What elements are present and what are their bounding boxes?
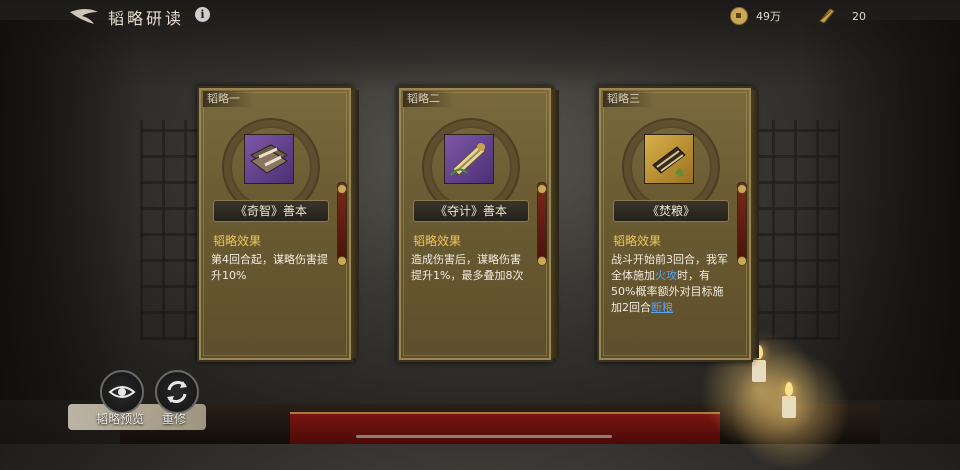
card-name: 《夺计》善本 [413,200,529,222]
coin-resource: 49万 [730,7,781,25]
candle-glow [730,350,850,470]
scroll-icon [818,7,836,25]
candle [752,360,766,382]
refresh-icon [167,381,187,403]
effect-description: 造成伤害后，谋略伤害提升1%，最多叠加8次 [411,253,524,282]
preview-label[interactable]: 韬略预览 [96,410,144,427]
red-cloth [430,412,580,444]
strategy-card-3[interactable]: 韬略三 《焚粮》 韬略效果 战斗开始前3回合，我军全体施加火攻时，有50%概率额… [597,86,759,362]
back-arrow-icon [70,9,98,24]
desk [120,404,880,444]
card-name: 《焚粮》 [613,200,729,222]
window-lattice-right [750,120,840,340]
scroll-rail [337,182,347,264]
card-name: 《奇智》善本 [213,200,329,222]
reforge-button[interactable] [155,370,199,414]
card-tab: 韬略一 [203,91,254,107]
reforge-label[interactable]: 重修 [162,410,186,427]
candle [782,396,796,418]
card-tab: 韬略三 [603,91,654,107]
scroll-bundle-icon [444,134,494,184]
card-tab: 韬略二 [403,91,454,107]
coin-value: 49万 [756,10,781,23]
rail-knob [337,256,347,266]
effect-label: 韬略效果 [213,234,262,248]
candle-flame [785,382,793,396]
effect-label: 韬略效果 [613,234,662,248]
strategy-card-1[interactable]: 韬略一 《奇智》善本 韬略效果 第4回合起，谋略伤害提升10% [197,86,359,362]
preview-button[interactable] [100,370,144,414]
card-spine [351,90,359,358]
book-bundle-icon [244,134,294,184]
coin-icon [730,7,748,25]
effect-description: 第4回合起，谋略伤害提升10% [211,253,328,282]
scroll-rail [537,182,547,264]
red-cloth [570,412,720,444]
strategy-card-2[interactable]: 韬略二 《夺计》善本 韬略效果 造成伤害后，谋略伤害提升1%，最多叠加8次 [397,86,559,362]
page-title: 韬略研读 [108,9,185,28]
back-button[interactable] [68,6,102,26]
rail-knob [537,184,547,194]
rail-knob [737,184,747,194]
top-bar: 韬略研读 i 49万 20 [0,0,960,32]
curtain-left [0,20,140,400]
card-spine [551,90,559,358]
rail-knob [337,184,347,194]
curtain-right [800,20,960,400]
effect-description: 战斗开始前3回合，我军全体施加火攻时，有50%概率额外对目标施加2回合断粮 [611,252,729,316]
eye-icon [108,386,136,398]
red-cloth [290,412,440,444]
card-spine [751,90,759,358]
ration-cut-link[interactable]: 断粮 [651,301,673,314]
fire-attack-link[interactable]: 火攻 [655,269,677,282]
home-indicator [356,435,612,438]
rail-knob [737,256,747,266]
info-icon[interactable]: i [195,7,210,22]
rail-knob [537,256,547,266]
burning-scroll-icon [644,134,694,184]
scroll-rail [737,182,747,264]
scroll-resource: 20 [818,7,866,25]
effect-label: 韬略效果 [413,234,462,248]
scroll-value: 20 [852,9,866,23]
